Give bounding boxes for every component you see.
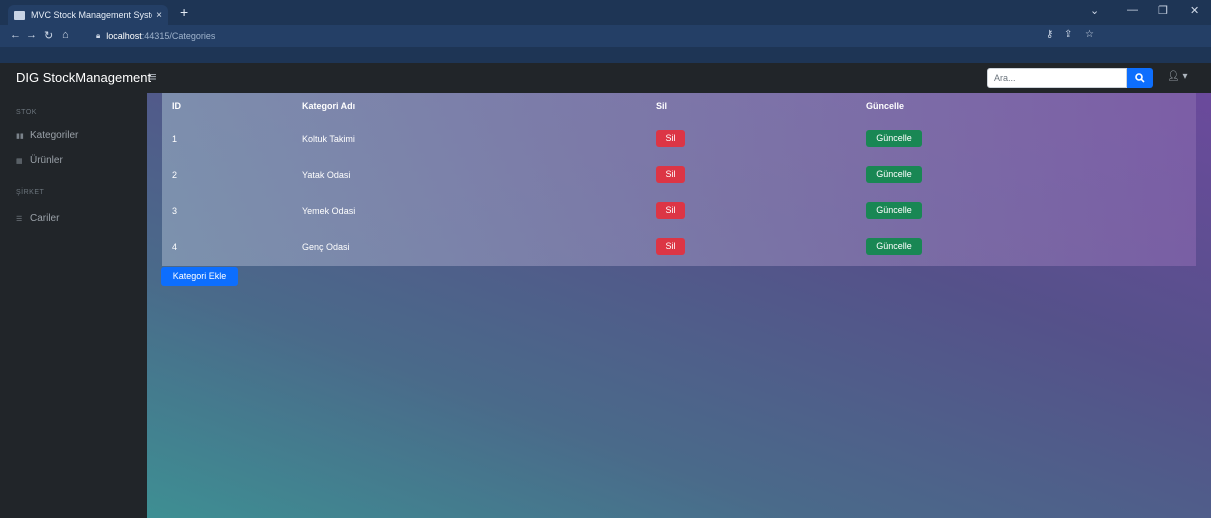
cell-id: 3	[172, 206, 178, 216]
sidebar-heading-stok: STOK	[16, 109, 37, 116]
search-button[interactable]	[1127, 68, 1153, 88]
browser-tabstrip: MVC Stock Management System × + ⌄ — ❐ ✕	[0, 0, 1211, 25]
forward-icon[interactable]: →	[26, 29, 37, 41]
list-icon: ☰	[16, 215, 23, 223]
close-window-icon[interactable]: ✕	[1190, 4, 1199, 17]
reload-icon[interactable]: ↻	[44, 29, 53, 42]
column-header-delete: Sil	[656, 101, 668, 111]
tab-search-icon[interactable]: ⌄	[1090, 4, 1099, 17]
url-host: localhost	[106, 31, 142, 41]
back-icon[interactable]: ←	[10, 29, 21, 41]
url-field[interactable]: 🔒︎ localhost :44315/Categories	[96, 29, 1036, 43]
delete-button[interactable]: Sil	[656, 166, 685, 183]
star-icon[interactable]: ☆	[1085, 29, 1094, 40]
cell-id: 4	[172, 242, 178, 252]
cell-id: 1	[172, 134, 178, 144]
delete-button[interactable]: Sil	[656, 130, 685, 147]
cell-id: 2	[172, 170, 178, 180]
update-button[interactable]: Güncelle	[866, 202, 922, 219]
top-navbar: DIG StockManagement ≡ 👤︎ ▾	[0, 63, 1211, 93]
delete-button[interactable]: Sil	[656, 202, 685, 219]
categories-table: ID Kategori Adı Sil Güncelle 1 Koltuk Ta…	[162, 93, 1196, 266]
key-icon[interactable]: ⚷	[1046, 29, 1053, 40]
browser-tab[interactable]: MVC Stock Management System ×	[8, 5, 168, 25]
cell-name: Yemek Odasi	[302, 206, 356, 216]
column-header-name: Kategori Adı	[302, 101, 356, 111]
cell-name: Koltuk Takimi	[302, 134, 355, 144]
delete-button[interactable]: Sil	[656, 238, 685, 255]
lock-icon: 🔒︎	[96, 31, 101, 40]
new-tab-button[interactable]: +	[180, 5, 188, 19]
update-button[interactable]: Güncelle	[866, 238, 922, 255]
sidebar-item-label: Kategoriler	[30, 130, 79, 141]
sidebar-item-kategoriler[interactable]: ▮▮ Kategoriler	[16, 130, 78, 141]
restore-icon[interactable]: ❐	[1158, 4, 1168, 17]
main-content: ID Kategori Adı Sil Güncelle 1 Koltuk Ta…	[147, 93, 1211, 518]
chevron-down-icon: ▾	[1182, 71, 1188, 82]
tab-close-icon[interactable]: ×	[156, 10, 162, 21]
sidebar-item-urunler[interactable]: ▦ Ürünler	[16, 155, 63, 166]
sidebar-item-label: Cariler	[30, 213, 60, 224]
table-icon: ▦	[16, 157, 23, 165]
minimize-icon[interactable]: —	[1127, 4, 1138, 16]
sidebar-item-cariler[interactable]: ☰ Cariler	[16, 213, 59, 224]
menu-toggle-icon[interactable]: ≡	[149, 69, 157, 84]
user-menu-button[interactable]: 👤︎ ▾	[1167, 71, 1188, 82]
sidebar-heading-sirket: ŞİRKET	[16, 189, 45, 196]
share-icon[interactable]: ⇪	[1064, 29, 1072, 40]
column-header-update: Güncelle	[866, 101, 905, 111]
update-button[interactable]: Güncelle	[866, 130, 922, 147]
update-button[interactable]: Güncelle	[866, 166, 922, 183]
add-category-button[interactable]: Kategori Ekle	[161, 267, 238, 286]
bar-chart-icon: ▮▮	[16, 132, 24, 140]
cell-name: Genç Odasi	[302, 242, 350, 252]
search-icon	[1135, 73, 1145, 83]
sidebar: STOK ▮▮ Kategoriler ▦ Ürünler ŞİRKET ☰ C…	[0, 93, 147, 518]
brand-title[interactable]: DIG StockManagement	[16, 70, 151, 85]
search-input[interactable]	[987, 68, 1127, 88]
home-icon[interactable]: ⌂	[62, 29, 69, 41]
url-path: :44315/Categories	[141, 31, 216, 41]
tab-title: MVC Stock Management System	[31, 10, 153, 20]
bookmark-bar	[0, 47, 1211, 63]
column-header-id: ID	[172, 101, 181, 111]
cell-name: Yatak Odasi	[302, 170, 351, 180]
page-favicon-icon	[14, 10, 25, 20]
browser-address-bar: ← → ↻ ⌂ 🔒︎ localhost :44315/Categories ⚷…	[0, 25, 1211, 47]
user-icon: 👤︎	[1167, 71, 1180, 82]
sidebar-item-label: Ürünler	[30, 155, 63, 166]
